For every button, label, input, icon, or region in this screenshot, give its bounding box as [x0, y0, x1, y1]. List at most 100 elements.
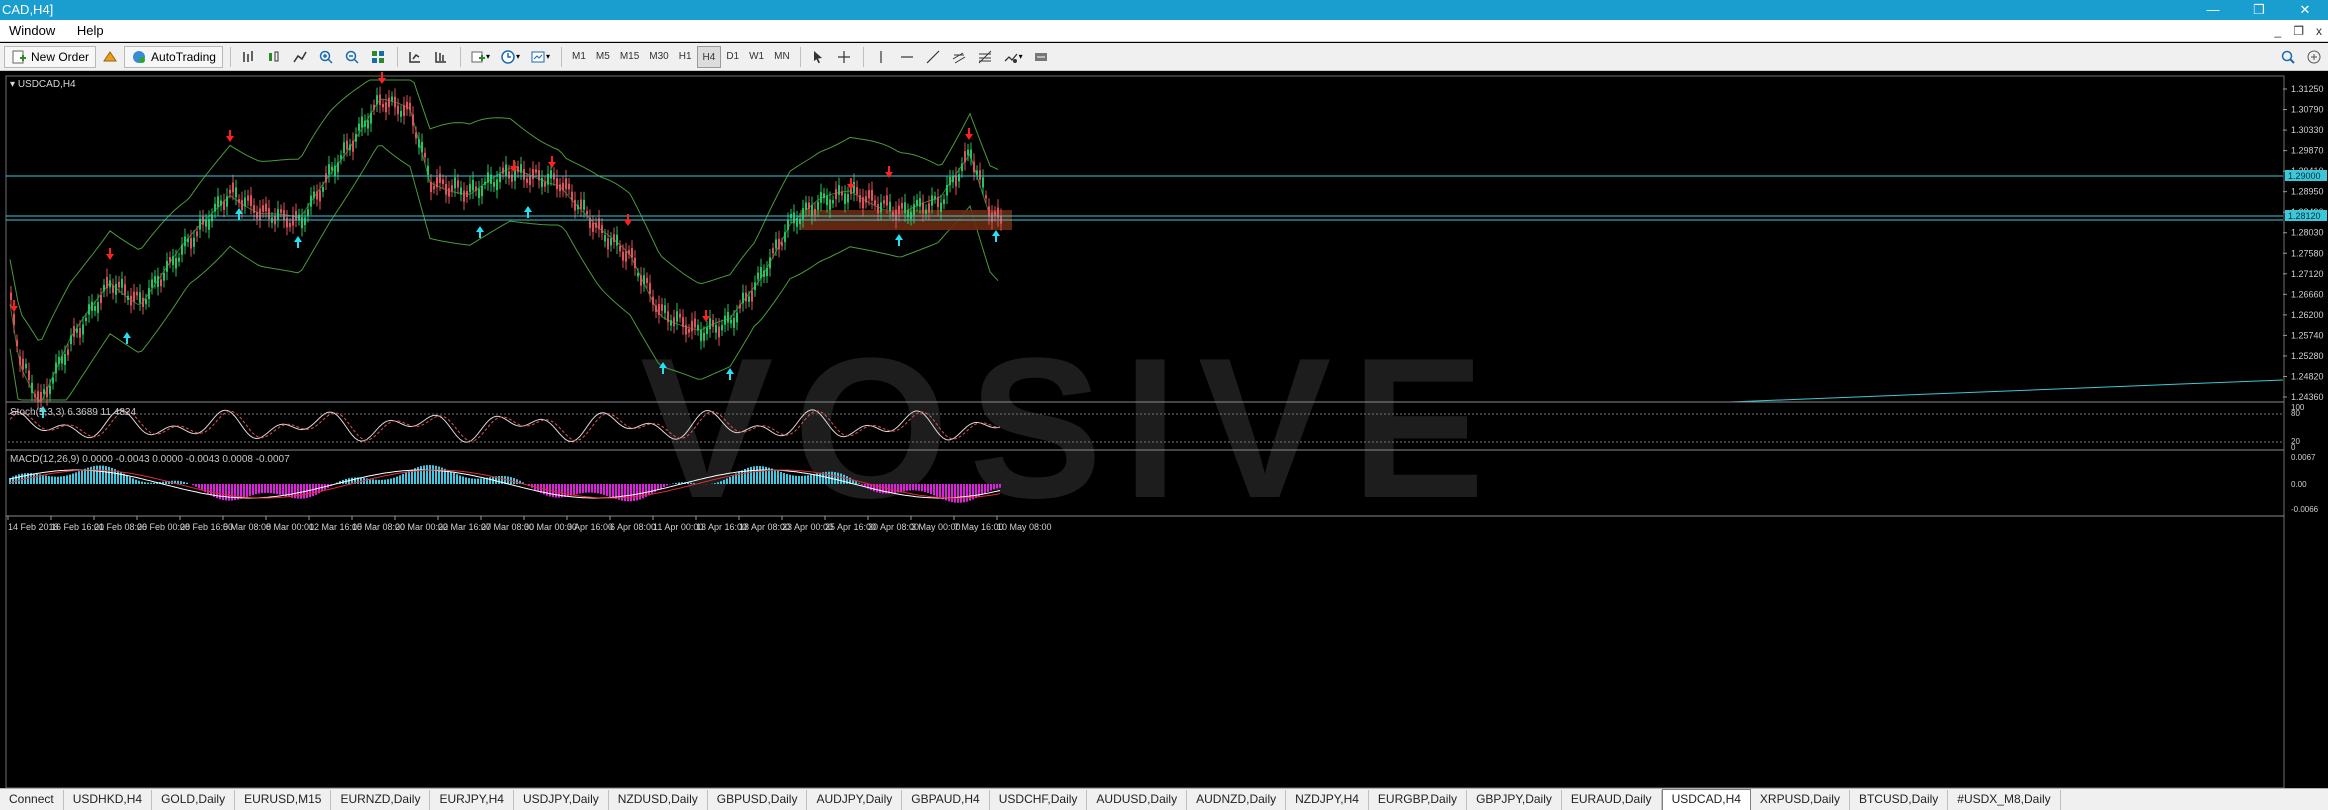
vertical-line-button[interactable]	[869, 46, 893, 68]
chart-shift-button[interactable]	[429, 46, 453, 68]
timeframe-m1-button[interactable]: M1	[567, 46, 591, 68]
mdi-close-button[interactable]: x	[2316, 20, 2322, 42]
line-chart-icon	[293, 51, 307, 62]
mdi-minimize-button[interactable]: _	[2275, 20, 2282, 42]
zoom-out-button[interactable]	[340, 46, 364, 68]
candle-body	[394, 96, 396, 108]
zoom-out-icon	[345, 50, 359, 64]
chart-tab[interactable]: GBPJPY,Daily	[1467, 790, 1562, 810]
horizontal-line-button[interactable]	[895, 46, 919, 68]
crosshair-tool-button[interactable]	[832, 46, 856, 68]
chart-tab[interactable]: AUDUSD,Daily	[1087, 790, 1188, 810]
chart-tab[interactable]: EURNZD,Daily	[331, 790, 431, 810]
timeframe-m5-button[interactable]: M5	[591, 46, 615, 68]
candle-body	[577, 205, 579, 210]
chart-tab[interactable]: USDHKD,H4	[64, 790, 153, 810]
zoom-in-button[interactable]	[314, 46, 338, 68]
candle-body	[502, 167, 504, 174]
autotrading-button[interactable]: AutoTrading	[124, 45, 223, 68]
candle-body	[388, 97, 390, 108]
candle-body	[37, 391, 39, 402]
bar-chart-button[interactable]	[236, 46, 260, 68]
candle-body	[487, 172, 489, 183]
chart-tab[interactable]: AUDNZD,Daily	[1187, 790, 1287, 810]
timeframe-m15-button[interactable]: M15	[615, 46, 644, 68]
chart-tab[interactable]: BTCUSD,Daily	[1850, 790, 1949, 810]
candle-body	[247, 195, 249, 201]
candle-body	[589, 217, 591, 228]
chart-tab[interactable]: USDCAD,H4	[1661, 789, 1751, 810]
candle-body	[106, 277, 108, 289]
periods-button[interactable]: ▾	[496, 46, 524, 68]
horizontal-line-icon	[900, 55, 913, 58]
autoscroll-button[interactable]	[403, 46, 427, 68]
candle-body	[778, 238, 780, 250]
tile-windows-button[interactable]	[366, 46, 390, 68]
timeframe-d1-button[interactable]: D1	[721, 46, 744, 68]
chart-window[interactable]: VOSIVE 1.312501.307901.303301.298701.294…	[0, 72, 2328, 788]
timeframe-m30-button[interactable]: M30	[644, 46, 673, 68]
candle-body	[958, 174, 960, 182]
chart-tab[interactable]: GOLD,Daily	[152, 790, 236, 810]
timeframe-h4-button[interactable]: H4	[696, 45, 722, 68]
toolbar-separator	[799, 46, 801, 67]
chart-tab[interactable]: NZDJPY,H4	[1286, 790, 1369, 810]
templates-button[interactable]: ▾	[526, 46, 554, 68]
candle-body	[463, 190, 465, 202]
price-chart[interactable]: VOSIVE 1.312501.307901.303301.298701.294…	[0, 72, 2328, 788]
chart-tab[interactable]: AUDJPY,Daily	[807, 790, 903, 810]
search-button[interactable]	[2276, 46, 2300, 68]
metaeditor-button[interactable]	[98, 46, 122, 68]
candle-body	[895, 209, 897, 221]
menu-help[interactable]: Help	[68, 20, 113, 42]
community-button[interactable]	[2302, 46, 2326, 68]
new-order-button[interactable]: New Order	[4, 45, 97, 68]
candle-body	[460, 187, 462, 195]
fibonacci-button[interactable]	[973, 46, 997, 68]
candle-body	[685, 324, 687, 335]
candle-body	[262, 205, 264, 212]
candle-chart-button[interactable]	[262, 46, 286, 68]
chart-tab[interactable]: XRPUSD,Daily	[1751, 790, 1850, 810]
indicators-button[interactable]: ▾	[466, 46, 494, 68]
timeframe-h1-button[interactable]: H1	[674, 46, 697, 68]
candle-body	[802, 208, 804, 220]
chart-tab[interactable]: GBPUSD,Daily	[708, 790, 808, 810]
chart-tab[interactable]: #USDX_M8,Daily	[1948, 790, 2061, 810]
candle-body	[220, 200, 222, 206]
timeframe-w1-button[interactable]: W1	[744, 46, 769, 68]
menu-window[interactable]: Window	[0, 20, 64, 42]
chart-tab[interactable]: EURUSD,M15	[235, 790, 332, 810]
candle-body	[679, 313, 681, 318]
chart-tab[interactable]: USDCHF,Daily	[990, 790, 1088, 810]
chart-tab[interactable]: EURGBP,Daily	[1369, 790, 1468, 810]
candle-body	[706, 327, 708, 334]
line-chart-button[interactable]	[288, 46, 312, 68]
text-label-button[interactable]	[1029, 46, 1053, 68]
toolbar-separator	[862, 46, 864, 67]
mdi-restore-button[interactable]: ❐	[2293, 20, 2304, 42]
shapes-button[interactable]: ▾	[999, 46, 1027, 68]
candle-body	[355, 134, 357, 142]
minimize-button[interactable]: —	[2190, 0, 2236, 20]
trendline-button[interactable]	[921, 46, 945, 68]
chart-tab[interactable]: EURJPY,H4	[430, 790, 514, 810]
channel-button[interactable]	[947, 46, 971, 68]
candle-body	[379, 94, 381, 105]
chart-tab[interactable]: EURAUD,Daily	[1562, 790, 1662, 810]
restore-button[interactable]: ❐	[2236, 0, 2282, 20]
timeframe-mn-button[interactable]: MN	[769, 46, 795, 68]
candle-body	[280, 209, 282, 213]
candle-body	[556, 178, 558, 190]
candle-body	[964, 151, 966, 163]
cursor-tool-button[interactable]	[806, 46, 830, 68]
price-tick-label: 1.24820	[2291, 371, 2324, 381]
candle-body	[466, 191, 468, 197]
candle-body	[580, 199, 582, 210]
chart-tab[interactable]: USDJPY,Daily	[514, 790, 609, 810]
close-button[interactable]: ✕	[2282, 0, 2328, 20]
candle-body	[700, 330, 702, 342]
chart-tab[interactable]: GBPAUD,H4	[902, 790, 990, 810]
chart-tab[interactable]: NZDUSD,Daily	[609, 790, 708, 810]
connect-tab[interactable]: Connect	[0, 790, 64, 810]
